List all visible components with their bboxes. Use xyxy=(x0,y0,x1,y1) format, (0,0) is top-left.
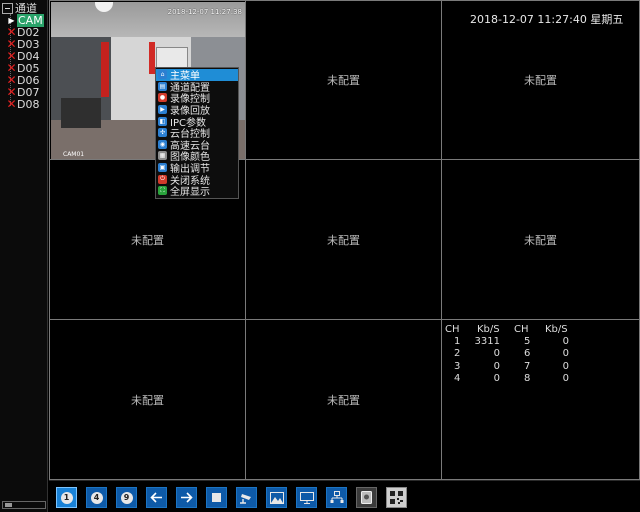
table-cell: 0 xyxy=(562,372,569,384)
not-configured-label: 未配置 xyxy=(524,74,557,87)
table-cell: 0 xyxy=(493,372,500,384)
error-x-icon: ✕ xyxy=(6,97,17,111)
stop-icon xyxy=(212,493,221,502)
camera-timestamp: 2018-12-07 11:27:38 xyxy=(167,8,242,16)
menu-item-fullscreen[interactable]: ⛶ 全屏显示 xyxy=(156,185,238,199)
ptz-button[interactable] xyxy=(236,487,257,508)
qr-code-button[interactable] xyxy=(386,487,407,508)
output-icon: ▣ xyxy=(158,163,167,173)
table-cell: 0 xyxy=(493,360,500,372)
table-cell: 0 xyxy=(562,360,569,372)
video-cell-2[interactable]: 未配置 xyxy=(245,0,442,160)
table-cell: 7 xyxy=(524,360,531,372)
scrollbar-thumb[interactable] xyxy=(5,503,12,507)
table-cell: 0 xyxy=(493,348,500,360)
table-cell: 0 xyxy=(562,348,569,360)
home-icon: ⌂ xyxy=(158,70,167,80)
not-configured-label: 未配置 xyxy=(327,233,360,247)
bottom-toolbar: 1 4 9 xyxy=(49,480,640,512)
layout-9-icon: 9 xyxy=(120,491,133,504)
bitrate-table: CH Kb/S CH Kb/S 1 3311 5 0 2 0 6 0 3 0 7… xyxy=(443,324,593,385)
color-palette-icon: ▦ xyxy=(158,151,167,161)
monitor-button[interactable] xyxy=(296,487,317,508)
disk-button[interactable] xyxy=(356,487,377,508)
column-header: CH xyxy=(514,324,529,335)
not-configured-label: 未配置 xyxy=(524,233,557,247)
arrow-left-icon xyxy=(150,492,162,503)
video-grid: 2018-12-07 11:27:38 CAM01 未配置 未配置 未配置 未配… xyxy=(49,0,640,480)
video-cell-8[interactable]: 未配置 xyxy=(245,319,442,480)
collapse-icon[interactable] xyxy=(2,2,13,14)
channel-sidebar: 通道 ▶ CAM ✕ D02 ✕ D03 ✕ D04 ✕ D05 ✕ D06 ✕… xyxy=(0,0,48,512)
image-button[interactable] xyxy=(266,487,287,508)
image-icon xyxy=(269,491,284,504)
layout-4-button[interactable]: 4 xyxy=(86,487,107,508)
channel-icon: ▤ xyxy=(158,81,167,91)
video-cell-5[interactable]: 未配置 xyxy=(245,159,442,320)
column-header: Kb/S xyxy=(545,324,568,335)
table-cell: 1 xyxy=(454,336,461,348)
table-cell: 8 xyxy=(524,372,531,384)
system-clock: 2018-12-07 11:27:40 星期五 xyxy=(470,13,624,26)
table-cell: 3311 xyxy=(474,336,500,348)
table-cell: 5 xyxy=(524,336,531,348)
dome-camera-icon: ◉ xyxy=(158,139,167,149)
feed-banner xyxy=(101,42,109,97)
playback-icon: ▶ xyxy=(158,105,167,115)
video-cell-6[interactable]: 未配置 xyxy=(441,159,640,320)
table-row: 1 3311 5 0 xyxy=(443,336,593,348)
video-cell-7[interactable]: 未配置 xyxy=(49,319,246,480)
play-arrow-icon: ▶ xyxy=(8,15,15,25)
layout-9-button[interactable]: 9 xyxy=(116,487,137,508)
not-configured-label: 未配置 xyxy=(131,393,164,407)
layout-4-icon: 4 xyxy=(90,491,103,504)
previous-page-button[interactable] xyxy=(146,487,167,508)
table-row: 2 0 6 0 xyxy=(443,348,593,360)
column-header: CH xyxy=(445,324,460,335)
camera-icon: ◧ xyxy=(158,116,167,126)
not-configured-label: 未配置 xyxy=(131,233,164,247)
next-page-button[interactable] xyxy=(176,487,197,508)
table-header-row: CH Kb/S CH Kb/S xyxy=(443,324,593,336)
camera-label: CAM01 xyxy=(63,151,85,158)
stop-button[interactable] xyxy=(206,487,227,508)
layout-1-icon: 1 xyxy=(60,491,73,504)
hard-disk-icon xyxy=(361,491,372,504)
layout-1-button[interactable]: 1 xyxy=(56,487,77,508)
fullscreen-icon: ⛶ xyxy=(158,186,167,196)
monitor-icon xyxy=(299,491,314,504)
table-row: 3 0 7 0 xyxy=(443,361,593,373)
table-cell: 3 xyxy=(454,360,461,372)
table-cell: 2 xyxy=(454,348,461,360)
network-button[interactable] xyxy=(326,487,347,508)
table-cell: 0 xyxy=(562,336,569,348)
network-icon xyxy=(330,491,343,503)
not-configured-label: 未配置 xyxy=(327,393,360,407)
ptz-icon: ✣ xyxy=(158,128,167,138)
table-row: 4 0 8 0 xyxy=(443,373,593,385)
table-cell: 6 xyxy=(524,348,531,360)
record-icon: ● xyxy=(158,93,167,103)
context-menu: ⌂ 主菜单 ▤ 通道配置 ● 录像控制 ▶ 录像回放 ◧ IPC参数 ✣ 云台控… xyxy=(155,67,239,199)
qr-code-icon xyxy=(390,491,403,504)
channel-item-d08[interactable]: ✕ D08 xyxy=(6,97,40,111)
sidebar-scrollbar[interactable] xyxy=(2,501,46,509)
arrow-right-icon xyxy=(181,492,193,503)
ptz-camera-icon xyxy=(240,493,251,504)
power-icon: ⏻ xyxy=(158,174,167,184)
not-configured-label: 未配置 xyxy=(327,74,360,87)
menu-item-label: 全屏显示 xyxy=(170,187,210,199)
column-header: Kb/S xyxy=(477,324,500,335)
feed-desk xyxy=(61,98,101,128)
table-cell: 4 xyxy=(454,372,461,384)
channel-item-label: D08 xyxy=(17,97,40,111)
